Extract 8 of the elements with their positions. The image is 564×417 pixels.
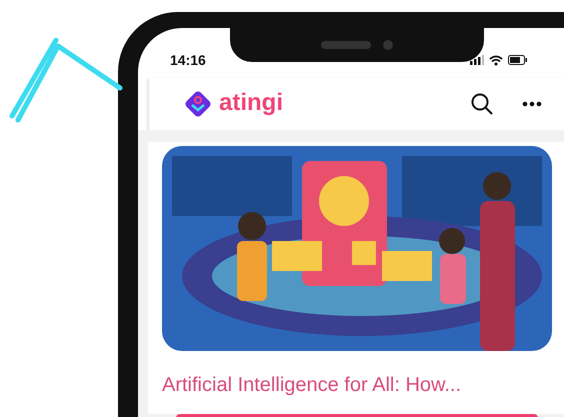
more-icon: [522, 101, 542, 107]
battery-icon: [508, 55, 528, 65]
wifi-icon: [489, 54, 503, 66]
course-title: Artificial Intelligence for All: How...: [162, 373, 462, 398]
search-icon: [470, 92, 494, 116]
status-time: 14:16: [170, 50, 206, 70]
signal-icon: [470, 55, 484, 65]
logo-text: atingi: [219, 90, 283, 118]
